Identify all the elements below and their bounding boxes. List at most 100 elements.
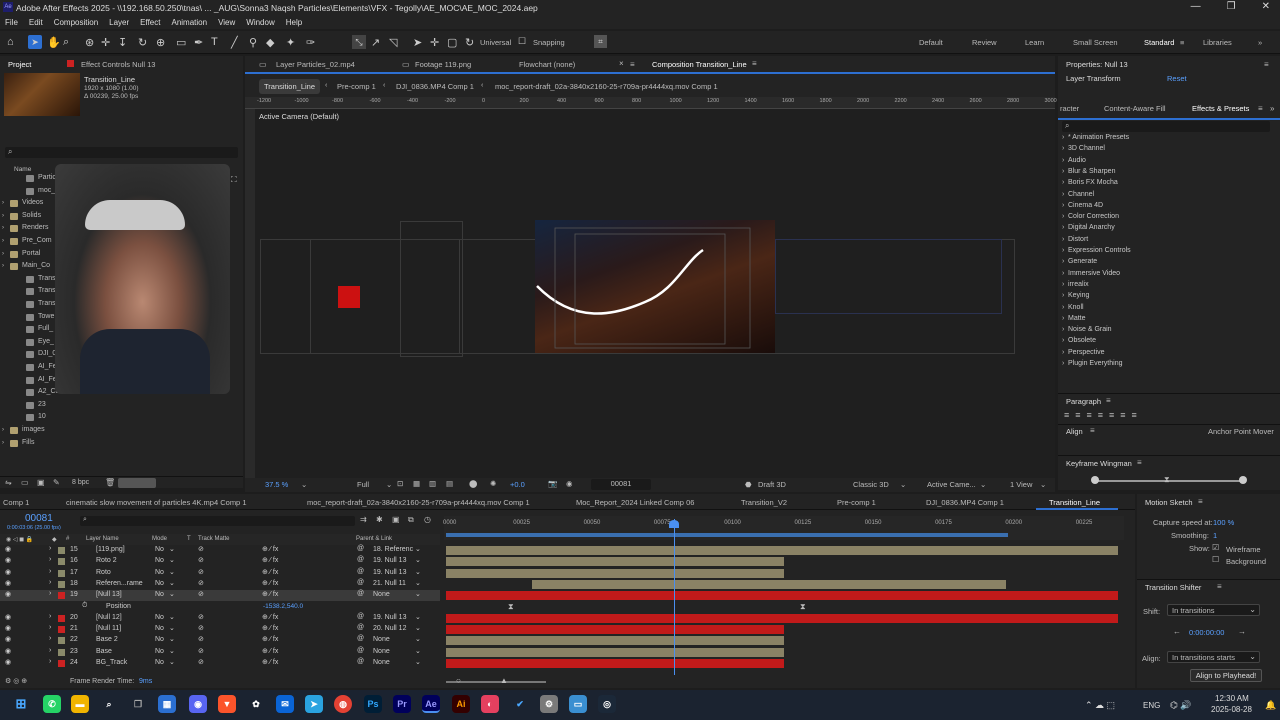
- arrow-right-icon[interactable]: →: [1238, 627, 1246, 636]
- layer-mode[interactable]: No: [155, 659, 164, 666]
- background-checkbox[interactable]: ☐: [1212, 555, 1219, 564]
- workspace-more-icon[interactable]: »: [1258, 38, 1262, 47]
- camera-chevron-icon[interactable]: ⌄: [980, 480, 986, 489]
- outlook-icon[interactable]: ✉: [276, 695, 294, 713]
- photoshop-icon[interactable]: Ps: [364, 695, 382, 713]
- layer-parent[interactable]: 21. Null 11: [373, 580, 406, 587]
- layer-name[interactable]: Roto: [96, 569, 111, 576]
- renderer-dropdown[interactable]: Classic 3D: [853, 480, 889, 489]
- align-to-playhead-button[interactable]: Align to Playhead!: [1190, 669, 1262, 682]
- layer-name[interactable]: Base 2: [96, 636, 118, 643]
- layer-parent[interactable]: 20. Null 12: [373, 625, 406, 632]
- parent-pickwhip-icon[interactable]: @: [357, 590, 364, 597]
- tab-project[interactable]: Project: [8, 60, 31, 69]
- layer-parent[interactable]: 18. Referenc: [373, 546, 413, 553]
- remote-desktop-icon[interactable]: ▭: [569, 695, 587, 713]
- layer-mode[interactable]: No: [155, 648, 164, 655]
- snap-align-icon[interactable]: ⤡: [352, 35, 366, 49]
- render-icons[interactable]: ⚙ ◎ ⊕: [5, 677, 27, 685]
- menu-animation[interactable]: Animation: [171, 18, 207, 27]
- project-item[interactable]: Full_: [38, 325, 53, 332]
- layer-parent[interactable]: 19. Null 13: [373, 569, 406, 576]
- smoothing-value[interactable]: 1: [1213, 531, 1217, 540]
- effect-category-chevron-icon[interactable]: ›: [1062, 292, 1064, 299]
- track-matte-icon[interactable]: ⊘: [198, 658, 204, 666]
- world-axis-icon[interactable]: ◹: [389, 36, 397, 49]
- layer-parent[interactable]: None: [373, 659, 390, 666]
- project-item[interactable]: AI_Fe: [38, 363, 57, 370]
- effect-category[interactable]: Knoll: [1068, 304, 1084, 311]
- folder-chevron-icon[interactable]: ›: [2, 263, 4, 269]
- parent-pickwhip-icon[interactable]: @: [357, 579, 364, 586]
- layer-switches-icons[interactable]: ⊕ ⁄ fx: [262, 658, 278, 666]
- wingman-slider-right-handle[interactable]: [1239, 476, 1247, 484]
- layer-duration-bar[interactable]: [446, 591, 1118, 601]
- comp-lock-icon[interactable]: ≡: [630, 60, 635, 69]
- effect-category[interactable]: Boris FX Mocha: [1068, 179, 1118, 186]
- menu-file[interactable]: File: [5, 18, 18, 27]
- layer-row[interactable]: ◉ › 17 Roto No ⌄ ⊘ ⊕ ⁄ fx @19. Null 13 ⌄: [0, 568, 440, 579]
- layer-parent[interactable]: None: [373, 648, 390, 655]
- transparency-grid-icon[interactable]: ▦: [413, 479, 420, 488]
- parent-pickwhip-icon[interactable]: @: [357, 647, 364, 654]
- interpret-footage-icon[interactable]: ⇋: [5, 478, 12, 487]
- mask-toggle-icon[interactable]: ▥: [429, 479, 436, 488]
- effect-category-chevron-icon[interactable]: ›: [1062, 304, 1064, 311]
- project-item[interactable]: DJI_0: [38, 350, 56, 357]
- layer-name[interactable]: Roto 2: [96, 557, 117, 564]
- expand-chevron-icon[interactable]: ›: [49, 545, 51, 552]
- expand-chevron-icon[interactable]: ›: [49, 647, 51, 654]
- layer-name[interactable]: [Null 11]: [96, 625, 121, 632]
- track-matte-icon[interactable]: ⊘: [198, 647, 204, 655]
- expand-chevron-icon[interactable]: ›: [49, 624, 51, 631]
- effect-category[interactable]: Immersive Video: [1068, 270, 1120, 277]
- breadcrumb-current[interactable]: Transition_Line: [259, 79, 321, 94]
- timeline-tab[interactable]: DJI_0836.MP4 Comp 1: [926, 498, 1004, 507]
- comp-mini-flowchart-icon[interactable]: ⇉: [360, 515, 367, 524]
- view-chevron-icon[interactable]: ⌄: [1040, 480, 1046, 489]
- properties-menu-icon[interactable]: ≡: [1264, 60, 1269, 69]
- layer-name[interactable]: Referen...rame: [96, 580, 143, 587]
- effect-category[interactable]: Distort: [1068, 236, 1088, 243]
- chevron-down-icon[interactable]: ⌄: [415, 545, 421, 553]
- clone-stamp-tool-icon[interactable]: ⚲: [249, 36, 257, 49]
- expand-chevron-icon[interactable]: ›: [49, 556, 51, 563]
- effect-category-chevron-icon[interactable]: ›: [1062, 326, 1064, 333]
- transition-shifter-menu-icon[interactable]: ≡: [1217, 582, 1222, 591]
- layer-mode[interactable]: No: [155, 614, 164, 621]
- zoom-dropdown[interactable]: 37.5 %: [265, 480, 288, 489]
- steam-icon[interactable]: ◎: [598, 695, 616, 713]
- draft3d-toggle-icon[interactable]: ✱: [376, 515, 383, 524]
- menu-window[interactable]: Window: [246, 18, 274, 27]
- type-tool-icon[interactable]: T: [211, 36, 218, 48]
- layer-switches-icons[interactable]: ⊕ ⁄ fx: [262, 545, 278, 553]
- layer-duration-bar[interactable]: [446, 546, 1118, 555]
- effect-category[interactable]: Channel: [1068, 191, 1094, 198]
- anchor-point-mover-tab[interactable]: Anchor Point Mover: [1208, 427, 1274, 436]
- layer-row[interactable]: ◉ › 15 [119.png] No ⌄ ⊘ ⊕ ⁄ fx @18. Referenc ⌄: [0, 545, 440, 556]
- track-matte-icon[interactable]: ⊘: [198, 545, 204, 553]
- layer-label-color[interactable]: [58, 580, 65, 588]
- rotate-gizmo-icon[interactable]: ↻: [465, 36, 474, 49]
- breadcrumb-dji[interactable]: DJI_0836.MP4 Comp 1: [396, 82, 474, 91]
- parent-pickwhip-icon[interactable]: @: [357, 545, 364, 552]
- visibility-eye-icon[interactable]: ◉: [5, 556, 11, 564]
- visibility-eye-icon[interactable]: ◉: [5, 635, 11, 643]
- visibility-eye-icon[interactable]: ◉: [5, 568, 11, 576]
- composition-viewport[interactable]: Active Camera (Default): [255, 109, 1055, 478]
- notifications-icon[interactable]: 🔔: [1265, 700, 1276, 711]
- color-channel-icon[interactable]: ⬤: [469, 479, 477, 488]
- chevron-down-icon[interactable]: ⌄: [169, 613, 175, 621]
- premiere-icon[interactable]: Pr: [393, 695, 411, 713]
- snapshot-icon[interactable]: 📷: [548, 479, 557, 488]
- menu-effect[interactable]: Effect: [140, 18, 160, 27]
- region-icon[interactable]: ⊡: [397, 479, 403, 488]
- effect-category-chevron-icon[interactable]: ›: [1062, 349, 1064, 356]
- visibility-eye-icon[interactable]: ◉: [5, 579, 11, 587]
- effect-category-chevron-icon[interactable]: ›: [1062, 360, 1064, 367]
- effect-category[interactable]: Expression Controls: [1068, 247, 1131, 254]
- timeline-tab[interactable]: Pre-comp 1: [837, 498, 876, 507]
- resolution-dropdown[interactable]: Full: [357, 480, 369, 489]
- telegram-icon[interactable]: ➤: [305, 695, 323, 713]
- layer-label-color[interactable]: [58, 660, 65, 667]
